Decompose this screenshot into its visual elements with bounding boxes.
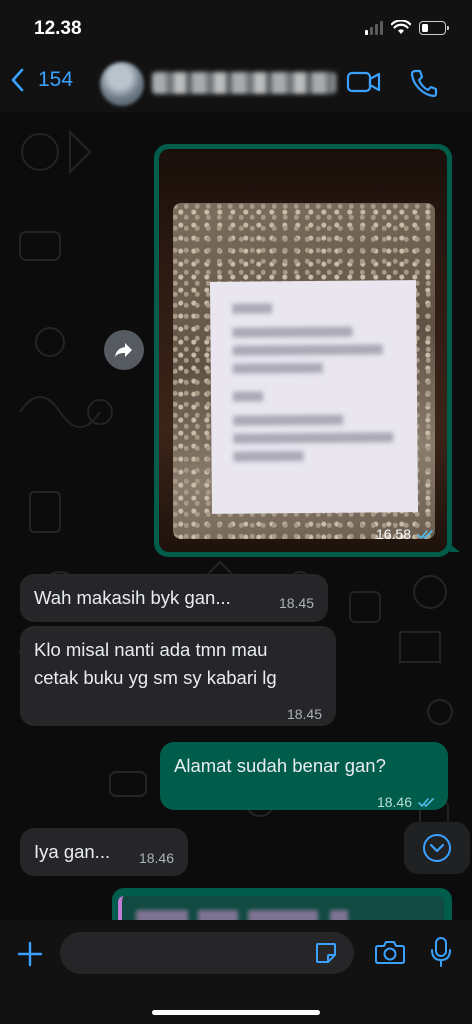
- message-time: 18.46: [376, 794, 412, 810]
- bubble-wrapped-package: [173, 203, 435, 539]
- double-check-icon: [417, 529, 433, 539]
- attach-button[interactable]: [16, 940, 44, 973]
- plus-icon: [17, 941, 43, 967]
- home-indicator: [152, 1010, 320, 1015]
- status-time: 12.38: [34, 18, 82, 39]
- message-text: Iya gan...: [34, 841, 111, 862]
- message-time: 18.45: [286, 706, 322, 722]
- status-icons: [365, 20, 449, 35]
- message-time: 16.58: [375, 526, 411, 542]
- back-button[interactable]: 154: [10, 68, 73, 92]
- message-meta: 18.46: [377, 788, 436, 816]
- signal-icon: [365, 20, 383, 35]
- forward-icon: [115, 343, 132, 357]
- outgoing-message[interactable]: Alamat sudah benar gan? 18.46: [160, 742, 448, 810]
- phone-icon: [410, 69, 438, 98]
- sticker-button[interactable]: [314, 941, 338, 970]
- forward-button[interactable]: [104, 330, 144, 370]
- incoming-message[interactable]: Klo misal nanti ada tmn mau cetak buku y…: [20, 626, 336, 726]
- battery-icon: [419, 20, 449, 35]
- message-input[interactable]: [60, 932, 354, 974]
- package-photo[interactable]: 16.58: [159, 149, 447, 552]
- avatar[interactable]: [100, 62, 144, 106]
- scroll-to-bottom-button[interactable]: [404, 822, 470, 874]
- sticker-icon: [316, 943, 336, 963]
- incoming-message[interactable]: Wah makasih byk gan... 18.45: [20, 574, 328, 622]
- double-check-icon: [418, 797, 434, 807]
- message-text: Alamat sudah benar gan?: [174, 755, 386, 776]
- camera-button[interactable]: [374, 938, 406, 971]
- message-text-line: cetak buku yg sm sy kabari lg: [34, 667, 277, 688]
- composer-bar: [0, 920, 472, 1024]
- quoted-message: [118, 896, 444, 920]
- chevron-down-icon: [423, 834, 451, 862]
- chat-header: 154: [0, 56, 472, 112]
- microphone-icon: [431, 937, 451, 967]
- outgoing-message-partial[interactable]: [112, 888, 452, 920]
- message-meta: 16.58: [376, 526, 435, 542]
- message-text-line: Klo misal nanti ada tmn mau: [34, 639, 268, 660]
- chevron-left-icon: [11, 68, 24, 92]
- incoming-message[interactable]: Iya gan... 18.46: [20, 828, 188, 876]
- contact-name[interactable]: [152, 72, 336, 94]
- video-call-icon: [346, 71, 381, 93]
- unread-count: 154: [38, 68, 74, 91]
- shipping-label: [209, 280, 419, 514]
- camera-icon: [375, 941, 405, 964]
- message-time: 18.45: [278, 595, 314, 611]
- status-bar: 12.38: [0, 0, 472, 56]
- message-text: Wah makasih byk gan...: [34, 587, 231, 608]
- message-time: 18.46: [138, 850, 174, 866]
- wifi-icon: [391, 20, 411, 34]
- chat-area[interactable]: 16.58 Wah makasih byk gan... 18.45 Klo m…: [0, 112, 472, 920]
- voice-message-button[interactable]: [430, 936, 452, 973]
- voice-call-button[interactable]: [410, 68, 438, 103]
- image-message[interactable]: 16.58: [154, 144, 460, 557]
- video-call-button[interactable]: [346, 68, 382, 101]
